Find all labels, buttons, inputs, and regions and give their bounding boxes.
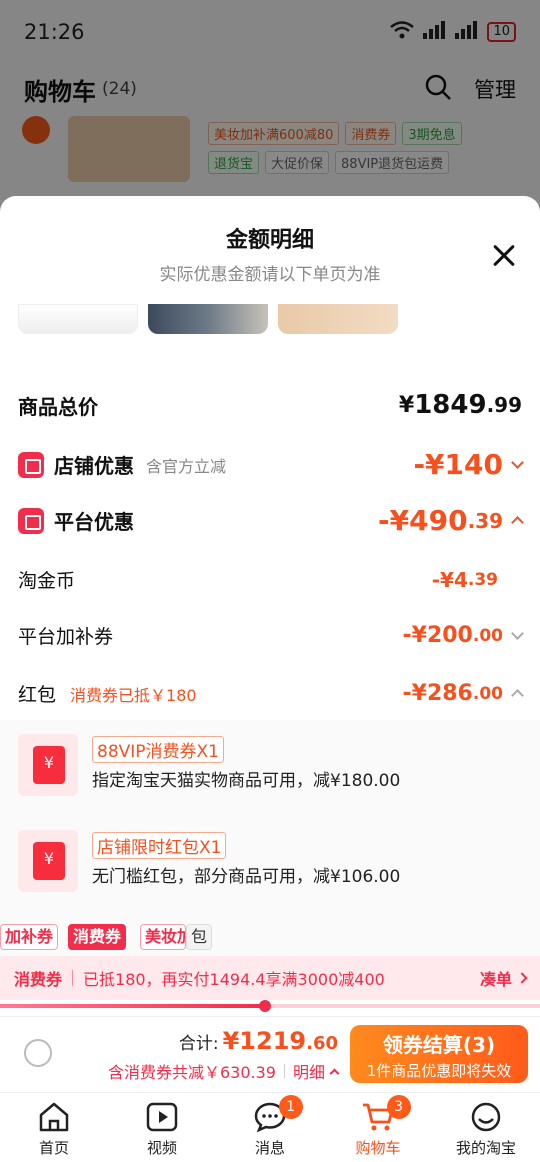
sheet-subtitle: 实际优惠金额请以下单页为准 <box>159 265 381 285</box>
shop-discount-value: -¥140 <box>413 448 524 481</box>
taojinbi-label: 淘金币 <box>18 570 76 592</box>
promo-tag-strip: 加补券 消费券 美妆加 包 <box>0 922 540 954</box>
shop-discount-hint: 含官方立减 <box>146 456 227 476</box>
promo-text: 已抵180，再实付1494.4享满3000减400 <box>83 970 385 989</box>
goods-total-row: 商品总价 ¥1849.99 <box>18 390 522 420</box>
product-thumbnail <box>148 304 268 334</box>
close-icon[interactable] <box>486 238 522 274</box>
coupon-tag: 店铺限时红包X1 <box>92 832 227 859</box>
chevron-right-icon <box>516 972 528 984</box>
product-thumbnails <box>18 304 418 334</box>
list-item: 88VIP消费券X1 指定淘宝天猫实物商品可用，减¥180.00 <box>18 734 518 796</box>
goods-total-value: ¥1849.99 <box>398 390 522 420</box>
bottom-tab-bar: 首页 视频 1 消息 3 购物车 我的淘宝 <box>0 1092 540 1162</box>
red-packet-hint: 消费券已抵￥180 <box>70 685 197 705</box>
tab-video[interactable]: 视频 <box>108 1093 216 1162</box>
coupon-tag: 88VIP消费券X1 <box>92 736 224 763</box>
total-line: 合计: ¥1219.60 <box>100 1027 338 1055</box>
platform-coupon-label: 平台加补券 <box>18 626 114 648</box>
tab-cart[interactable]: 3 购物车 <box>324 1093 432 1162</box>
chevron-down-icon <box>511 627 524 640</box>
shop-discount-label: 店铺优惠 <box>54 454 134 478</box>
promo-progress <box>0 1000 540 1012</box>
video-icon <box>146 1102 178 1132</box>
red-packet-label: 红包 <box>18 684 57 706</box>
detail-toggle[interactable]: 明细 <box>293 1059 340 1083</box>
platform-discount-value: -¥490.39 <box>378 504 524 537</box>
tab-home[interactable]: 首页 <box>0 1093 108 1162</box>
coupon-list: 88VIP消费券X1 指定淘宝天猫实物商品可用，减¥180.00 店铺限时红包X… <box>0 720 540 996</box>
platform-coupon-value: -¥200.00 <box>403 623 524 648</box>
shop-discount-row[interactable]: 店铺优惠 含官方立减 -¥140 <box>18 448 524 481</box>
promo-key: 消费券 <box>14 970 63 989</box>
platform-coupon-row[interactable]: 平台加补券 -¥200.00 <box>18 622 524 649</box>
modal-overlay[interactable] <box>0 0 540 200</box>
strip-tag[interactable]: 加补券 <box>0 924 59 950</box>
strip-tag[interactable]: 消费券 <box>68 924 127 950</box>
platform-discount-row[interactable]: 平台优惠 -¥490.39 <box>18 504 524 537</box>
chevron-up-icon <box>511 516 524 529</box>
list-item: 店铺限时红包X1 无门槛红包，部分商品可用，减¥106.00 <box>18 830 518 892</box>
coupon-promo-bar[interactable]: 消费券 已抵180，再实付1494.4享满3000减400 凑单 <box>0 956 540 1000</box>
red-packet-icon <box>18 830 78 892</box>
profile-icon <box>471 1102 501 1132</box>
tab-messages[interactable]: 1 消息 <box>216 1093 324 1162</box>
checkout-button[interactable]: 领券结算(3) 1件商品优惠即将失效 <box>350 1025 528 1083</box>
red-packet-row[interactable]: 红包 消费券已抵￥180 -¥286.00 <box>18 680 524 707</box>
sheet-title: 金额明细 <box>225 228 314 253</box>
amount-detail-sheet: 金额明细 实际优惠金额请以下单页为准 商品总价 ¥1849.99 店铺优惠 含官… <box>0 196 540 1016</box>
tab-my-taobao[interactable]: 我的淘宝 <box>432 1093 540 1162</box>
shop-icon <box>18 451 44 478</box>
platform-discount-label: 平台优惠 <box>54 510 134 534</box>
message-badge: 1 <box>278 1095 303 1119</box>
add-items-link[interactable]: 凑单 <box>480 966 528 990</box>
coupon-desc: 无门槛红包，部分商品可用，减¥106.00 <box>92 867 401 887</box>
chevron-up-icon <box>511 689 524 702</box>
strip-tag[interactable]: 包 <box>186 924 213 950</box>
taojinbi-value: -¥4.39 <box>431 567 498 592</box>
checkout-bar: 合计: ¥1219.60 含消费券共减￥630.39 明细 领券结算(3) 1件… <box>0 1016 540 1092</box>
coupon-desc: 指定淘宝天猫实物商品可用，减¥180.00 <box>92 771 401 791</box>
divider <box>283 1064 285 1078</box>
total-amount: ¥1219.60 <box>222 1027 338 1055</box>
savings-line: 含消费券共减￥630.39 明细 <box>70 1059 340 1083</box>
red-packet-value: -¥286.00 <box>403 681 524 706</box>
savings-text: 含消费券共减￥630.39 <box>107 1063 276 1082</box>
strip-tag[interactable]: 美妆加 <box>140 924 186 950</box>
home-icon <box>39 1102 69 1132</box>
taojinbi-row: 淘金币 -¥4.39 <box>18 566 522 593</box>
chevron-up-icon <box>329 1068 340 1078</box>
goods-total-label: 商品总价 <box>18 394 98 419</box>
total-label: 合计: <box>178 1034 219 1054</box>
divider <box>72 970 74 986</box>
red-packet-icon <box>18 734 78 796</box>
chevron-down-icon <box>511 456 524 469</box>
product-thumbnail <box>18 304 138 334</box>
select-all-checkbox[interactable] <box>24 1039 52 1067</box>
cart-badge: 3 <box>386 1095 411 1119</box>
background-page: 21:26 10 购物车 (24) 管理 美妆加补满600减80 消费券 3期免息退… <box>0 0 540 200</box>
product-thumbnail <box>278 304 398 334</box>
platform-icon <box>18 507 44 534</box>
